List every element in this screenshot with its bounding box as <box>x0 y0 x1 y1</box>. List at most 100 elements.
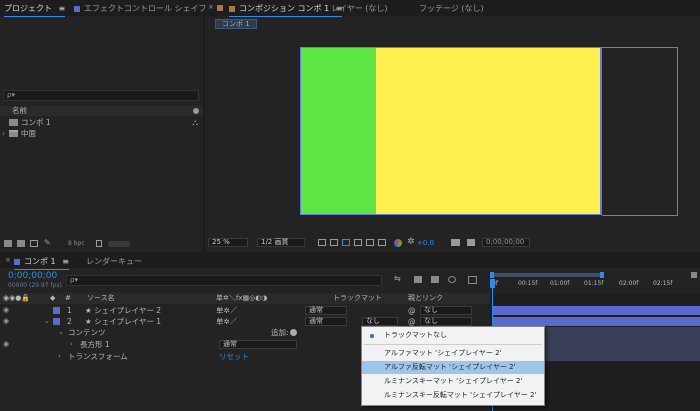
tab-project[interactable]: プロジェクト ≡ <box>4 3 66 17</box>
shy-icon[interactable] <box>414 276 422 283</box>
project-item-folder[interactable]: › 中面 <box>0 128 203 139</box>
pixel-aspect-icon[interactable] <box>378 239 386 246</box>
zoom-dropdown[interactable]: 25 % <box>208 238 248 247</box>
menu-item-alpha-inverted-matte[interactable]: アルファ反転マット 'シェイプレイヤー 2' <box>362 361 544 374</box>
motion-blur-icon[interactable] <box>448 276 456 283</box>
label-color-swatch[interactable] <box>53 318 60 325</box>
label-color-swatch[interactable] <box>53 307 60 314</box>
timecode-value: 0;00;00;00 <box>486 238 525 246</box>
parent-dropdown[interactable]: なし <box>420 317 472 326</box>
layer-switch-icons[interactable]: 单✲／ <box>216 305 237 316</box>
layer-bar-1[interactable] <box>493 306 700 315</box>
rect-blend-dropdown[interactable]: 通常 <box>219 340 297 349</box>
tab-timeline-comp[interactable]: コンポ 1 ≡ <box>14 256 69 270</box>
number-column-icon[interactable]: # <box>65 293 71 304</box>
tab-render-queue[interactable]: レンダーキュー <box>86 256 142 267</box>
parent-dropdown[interactable]: なし <box>420 306 472 315</box>
mask-icon[interactable] <box>342 239 350 246</box>
timeline-search-input[interactable]: ρ▾ <box>66 275 382 286</box>
column-trackmatte[interactable]: トラックマット <box>333 293 382 304</box>
expand-arrow-icon[interactable]: › <box>58 351 61 362</box>
layer-number: 2 <box>67 317 72 326</box>
thumbnail-slider[interactable] <box>108 241 130 247</box>
work-area-end-handle[interactable] <box>600 272 604 278</box>
layer-row-1[interactable]: ◉ 1 ★ シェイプレイヤー 2 单✲／ 通常 @ なし <box>0 305 490 316</box>
composition-tab-icon <box>229 5 235 12</box>
current-time-field[interactable]: 0;00;00;00 <box>482 238 530 247</box>
close-icon[interactable]: × <box>5 256 11 264</box>
comp-breadcrumb[interactable]: コンポ 1 <box>215 19 257 29</box>
column-source-name[interactable]: ソース名 <box>87 293 115 304</box>
region-icon[interactable] <box>354 239 362 246</box>
visibility-eye-icon[interactable]: ◉ <box>3 339 9 350</box>
pickwhip-icon[interactable]: @ <box>408 305 416 316</box>
collapse-arrow-icon[interactable]: ⌄ <box>44 316 50 327</box>
add-button[interactable] <box>290 329 297 336</box>
comp-mini-flowchart-icon[interactable]: ⇆ <box>394 274 401 283</box>
tab-layer[interactable]: レイヤー (なし) <box>331 3 388 14</box>
work-area-bar[interactable] <box>492 273 602 277</box>
grid-icon[interactable] <box>330 239 338 246</box>
label-column-icon[interactable]: ◆ <box>50 293 55 304</box>
collapse-arrow-icon[interactable]: ⌄ <box>58 327 64 338</box>
folder-icon <box>9 130 18 137</box>
menu-item-alpha-matte[interactable]: アルファマット 'シェイプレイヤー 2' <box>362 347 544 360</box>
panel-menu-icon[interactable]: ≡ <box>62 257 69 266</box>
tab-footage[interactable]: フッテージ (なし) <box>419 3 484 14</box>
resolution-dropdown[interactable]: 1/2 画質 <box>257 238 305 247</box>
column-parent[interactable]: 親とリンク <box>408 293 443 304</box>
layer-name[interactable]: ★ シェイプレイヤー 1 <box>85 316 161 327</box>
reset-link[interactable]: リセット <box>219 351 249 362</box>
close-icon[interactable]: × <box>208 3 214 11</box>
tab-effect-controls[interactable]: エフェクトコントロール シェイプ <box>74 3 207 14</box>
menu-item-luma-inverted-matte[interactable]: ルミナンスキー反転マット 'シェイプレイヤー 2' <box>362 389 544 402</box>
comp-canvas[interactable] <box>300 47 602 215</box>
snapshot-icon[interactable] <box>318 239 326 246</box>
tab-footage-label: フッテージ (なし) <box>419 4 484 13</box>
layer-bar-2[interactable] <box>493 317 700 326</box>
color-channels-icon[interactable] <box>394 239 402 247</box>
lock-icon[interactable] <box>217 5 223 11</box>
color-swatch-icon[interactable] <box>467 239 475 246</box>
expand-arrow-icon[interactable]: › <box>2 128 5 139</box>
exposure-icon[interactable]: ✲ <box>407 237 415 247</box>
menu-item-luma-matte[interactable]: ルミナンスキーマット 'シェイプレイヤー 2' <box>362 375 544 388</box>
project-search-input[interactable]: ρ▾ <box>3 90 199 101</box>
visibility-eye-icon[interactable]: ◉ <box>3 316 9 327</box>
parent-value: なし <box>424 317 438 325</box>
column-switches[interactable]: 单✲＼fx▦◎◐◑ <box>216 293 267 304</box>
expand-arrow-icon[interactable]: › <box>70 339 73 350</box>
brush-icon[interactable]: ✎ <box>44 238 51 247</box>
trackmatte-dropdown[interactable]: なし <box>362 317 398 326</box>
graph-editor-icon[interactable] <box>468 276 477 284</box>
tab-layer-label: レイヤー (なし) <box>331 4 388 13</box>
flowchart-icon[interactable]: ⛬ <box>192 117 198 128</box>
new-comp-icon[interactable] <box>30 240 38 247</box>
zoom-end-handle[interactable] <box>691 272 697 278</box>
breadcrumb-label: コンポ 1 <box>222 20 250 28</box>
menu-item-no-matte[interactable]: トラックマットなし <box>362 329 544 342</box>
transparency-icon[interactable] <box>366 239 374 246</box>
visibility-eye-icon[interactable]: ◉ <box>3 305 9 316</box>
tag-icon[interactable] <box>193 108 199 114</box>
camera-icon[interactable] <box>451 239 460 246</box>
layer-switch-icons[interactable]: 单✲／ <box>216 316 237 327</box>
tab-composition[interactable]: コンポジション コンポ 1 ≡ <box>229 3 343 17</box>
panel-menu-icon[interactable]: ≡ <box>59 4 66 13</box>
bpc-label[interactable]: 8 bpc <box>68 240 85 247</box>
interpret-footage-icon[interactable] <box>4 240 12 247</box>
frame-blend-icon[interactable] <box>431 276 439 283</box>
timeline-timecode[interactable]: 0;00;00;00 <box>8 271 57 281</box>
work-area-start-handle[interactable] <box>490 272 494 278</box>
project-item-comp[interactable]: コンポ 1 ⛬ <box>0 117 203 128</box>
rect-label: 長方形 1 <box>80 340 110 349</box>
trash-icon[interactable] <box>96 240 102 247</box>
column-name-label[interactable]: 名前 <box>12 106 27 116</box>
new-folder-icon[interactable] <box>17 240 25 247</box>
exposure-value[interactable]: +0.0 <box>417 239 434 247</box>
time-ruler[interactable]: 0f 00:15f 01:00f 01:15f 02:00f 02:15f <box>490 271 700 293</box>
blend-mode-dropdown[interactable]: 通常 <box>305 306 347 315</box>
blend-mode-dropdown[interactable]: 通常 <box>305 317 347 326</box>
layer-name[interactable]: ★ シェイプレイヤー 2 <box>85 305 161 316</box>
av-features-icons[interactable]: ◉◉●🔒 <box>3 293 30 304</box>
